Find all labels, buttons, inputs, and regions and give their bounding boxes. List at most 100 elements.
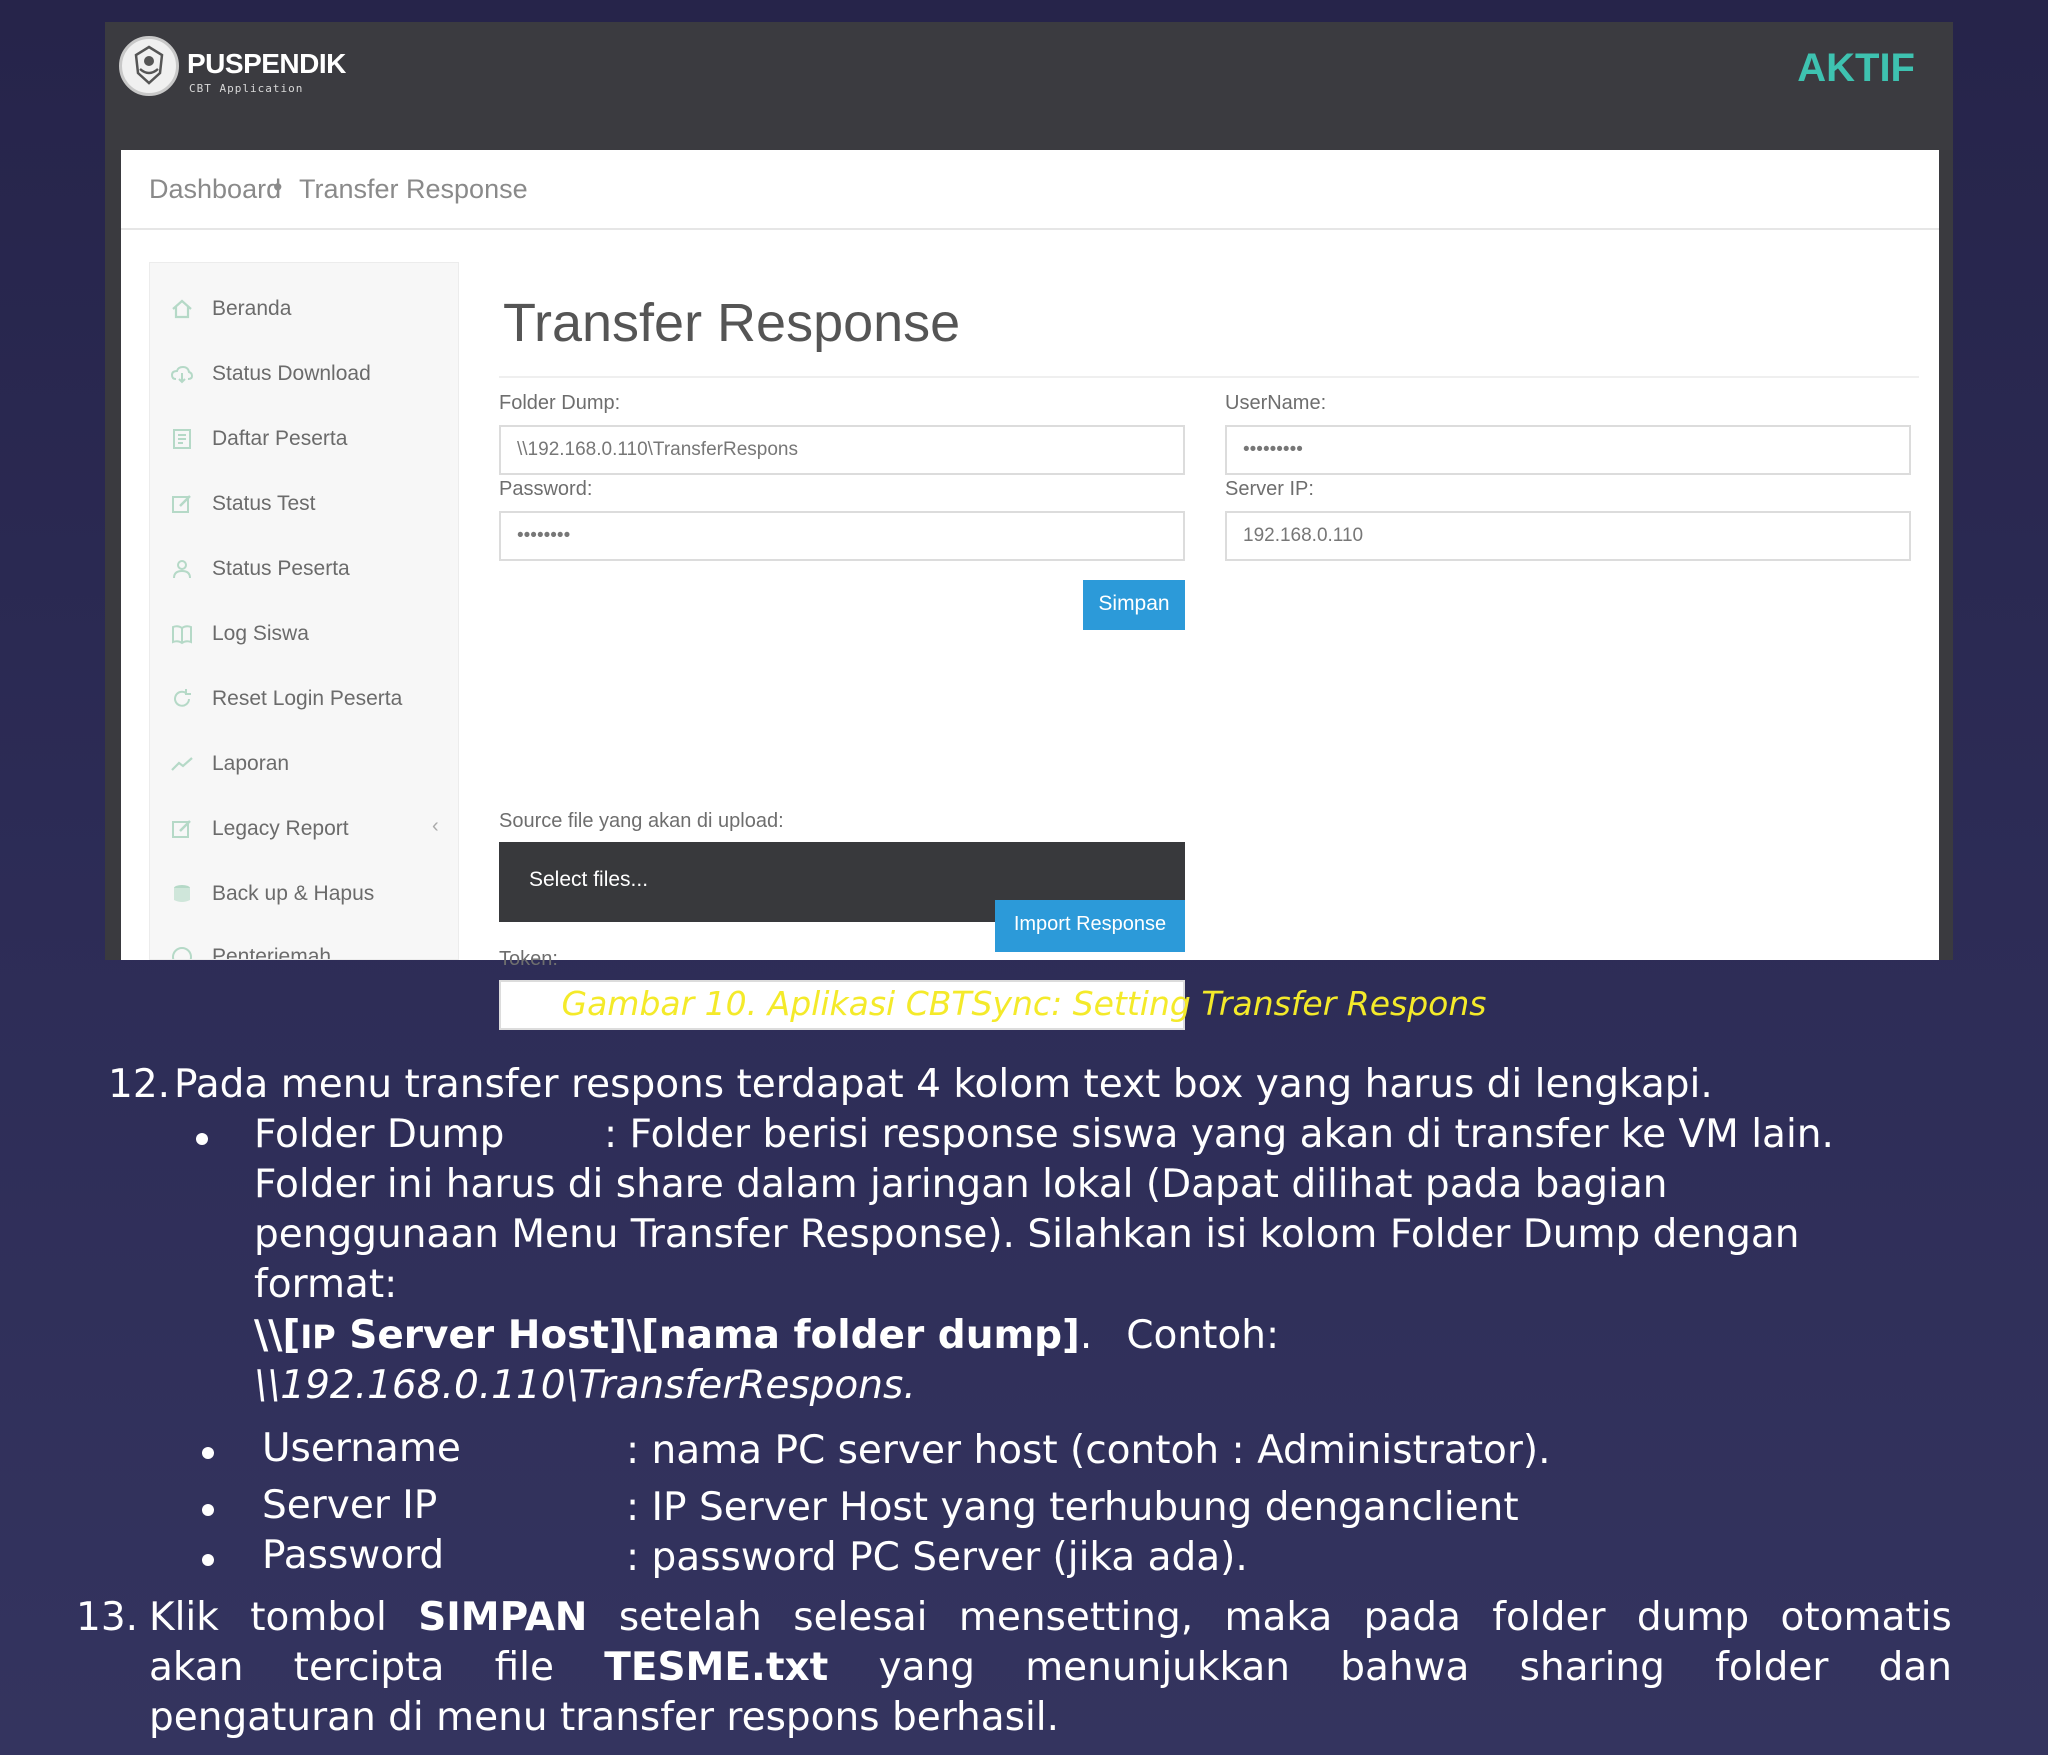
simpan-button[interactable]: Simpan <box>1083 580 1185 630</box>
folder-dump-desc: : Folder berisi response siswa yang akan… <box>604 1112 1834 1157</box>
contoh-label: Contoh: <box>1126 1313 1280 1358</box>
source-file-label: Source file yang akan di upload: <box>499 810 784 832</box>
edit-icon <box>172 495 191 513</box>
bullet-icon <box>202 1554 214 1566</box>
breadcrumb-dashboard[interactable]: Dashboard <box>149 174 281 205</box>
username-input[interactable]: ••••••••• <box>1225 425 1911 475</box>
username-label: UserName: <box>1225 392 1327 414</box>
password-desc: : password PC Server (jika ada). <box>626 1535 1248 1580</box>
folder-dump-label: Folder Dump: <box>499 392 621 414</box>
folder-example: \\192.168.0.110\TransferRespons. <box>254 1363 916 1408</box>
sidebar-item-reset-login[interactable]: Reset Login Peserta <box>150 675 458 723</box>
word: dump <box>1636 1595 1750 1640</box>
sidebar-item-status-download[interactable]: Status Download <box>150 350 458 398</box>
format-prefix: \\[ <box>254 1313 301 1358</box>
word: selesai <box>793 1595 928 1640</box>
sidebar: Beranda Status Download Daftar Peserta S… <box>149 262 459 960</box>
simpan-emphasis: SIMPAN <box>418 1595 588 1640</box>
word: tombol <box>250 1595 387 1640</box>
home-icon <box>172 299 192 319</box>
sidebar-item-label: Reset Login Peserta <box>212 687 403 710</box>
tesme-emphasis: TESME.txt <box>604 1645 829 1690</box>
chevron-left-icon[interactable]: ‹ <box>432 815 439 838</box>
item-13-number: 13. <box>76 1595 139 1640</box>
format-ip: IP <box>300 1318 336 1356</box>
globe-icon <box>172 947 192 959</box>
word: menunjukkan <box>1025 1645 1290 1690</box>
word: tercipta <box>293 1645 445 1690</box>
folder-dump-line4: format: <box>254 1262 398 1307</box>
page-title: Transfer Response <box>503 293 961 353</box>
content-area: Transfer Response Folder Dump: \\192.168… <box>499 262 1919 1030</box>
item-13-line2: akan tercipta file TESME.txt yang menunj… <box>149 1645 1952 1690</box>
sidebar-item-label: Daftar Peserta <box>212 427 348 450</box>
sidebar-item-label: Penterjemah <box>212 945 332 960</box>
folder-dump-line2: Folder ini harus di share dalam jaringan… <box>254 1162 1668 1207</box>
cloud-download-icon <box>170 365 194 384</box>
sidebar-item-label: Status Test <box>212 492 316 515</box>
word: dan <box>1878 1645 1952 1690</box>
server-ip-term: Server IP <box>262 1483 438 1528</box>
format-rest: Server Host]\[nama folder dump] <box>335 1313 1080 1358</box>
breadcrumb: Dashboard • Transfer Response <box>121 150 1939 230</box>
password-term: Password <box>262 1533 445 1578</box>
bullet-icon <box>202 1447 214 1459</box>
sidebar-item-backup[interactable]: Back up & Hapus <box>150 870 458 918</box>
password-label: Password: <box>499 478 593 500</box>
sidebar-item-label: Legacy Report <box>212 817 349 840</box>
password-input[interactable]: •••••••• <box>499 511 1185 561</box>
brand-name: PUSPENDIK <box>187 48 346 79</box>
username-term: Username <box>262 1426 461 1471</box>
word: mensetting, <box>958 1595 1194 1640</box>
word: pada <box>1363 1595 1461 1640</box>
word: otomatis <box>1780 1595 1952 1640</box>
folder-dump-input[interactable]: \\192.168.0.110\TransferRespons <box>499 425 1185 475</box>
sidebar-item-laporan[interactable]: Laporan <box>150 740 458 788</box>
word: file <box>494 1645 554 1690</box>
item-12-text: Pada menu transfer respons terdapat 4 ko… <box>174 1062 1713 1107</box>
word: akan <box>149 1645 244 1690</box>
sidebar-item-label: Back up & Hapus <box>212 882 375 905</box>
sidebar-item-label: Status Peserta <box>212 557 350 580</box>
server-ip-desc: : IP Server Host yang terhubung dengancl… <box>626 1485 1519 1530</box>
word: sharing <box>1519 1645 1665 1690</box>
sidebar-item-status-peserta[interactable]: Status Peserta <box>150 545 458 593</box>
word: yang <box>878 1645 975 1690</box>
folder-dump-term: Folder Dump <box>254 1112 505 1157</box>
main-panel: Dashboard • Transfer Response Beranda St… <box>121 150 1939 1030</box>
folder-format: \\[IP Server Host]\[nama folder dump]. Co… <box>254 1313 1279 1358</box>
bullet-icon <box>196 1133 208 1145</box>
word: setelah <box>618 1595 762 1640</box>
database-icon <box>174 885 190 902</box>
item-13-line1: Klik tombol SIMPAN setelah selesai mense… <box>149 1595 1952 1640</box>
server-ip-input[interactable]: 192.168.0.110 <box>1225 511 1911 561</box>
logo-icon <box>119 36 179 96</box>
sidebar-item-beranda[interactable]: Beranda <box>150 285 458 333</box>
edit-icon <box>172 820 191 838</box>
item-13-line3: pengaturan di menu transfer respons berh… <box>149 1695 1060 1740</box>
sidebar-item-label: Log Siswa <box>212 622 309 645</box>
sidebar-item-label: Status Download <box>212 362 371 385</box>
sidebar-item-penterjemah[interactable]: Penterjemah <box>150 933 458 960</box>
import-response-button[interactable]: Import Response <box>995 900 1185 952</box>
word: folder <box>1715 1645 1829 1690</box>
format-dot: . <box>1079 1313 1093 1358</box>
figure-caption: Gambar 10. Aplikasi CBTSync: Setting Tra… <box>561 984 1487 1023</box>
refresh-icon <box>174 689 191 707</box>
top-navbar: PUSPENDIK CBT Application AKTIF <box>105 22 1953 150</box>
sidebar-item-log-siswa[interactable]: Log Siswa <box>150 610 458 658</box>
user-icon <box>173 560 191 579</box>
status-badge: AKTIF <box>1797 46 1915 90</box>
bullet-icon <box>202 1504 214 1516</box>
sidebar-item-daftar-peserta[interactable]: Daftar Peserta <box>150 415 458 463</box>
folder-dump-line3: penggunaan Menu Transfer Response). Sila… <box>254 1212 1800 1257</box>
sidebar-item-label: Laporan <box>212 752 290 775</box>
title-divider <box>499 376 1919 378</box>
list-icon <box>173 429 191 449</box>
sidebar-item-status-test[interactable]: Status Test <box>150 480 458 528</box>
sidebar-item-label: Beranda <box>212 297 292 320</box>
token-label: Token: <box>499 948 558 970</box>
word: maka <box>1224 1595 1333 1640</box>
app-screenshot: PUSPENDIK CBT Application AKTIF Dashboar… <box>105 22 1953 1030</box>
sidebar-item-legacy-report[interactable]: Legacy Report ‹ <box>150 805 458 853</box>
